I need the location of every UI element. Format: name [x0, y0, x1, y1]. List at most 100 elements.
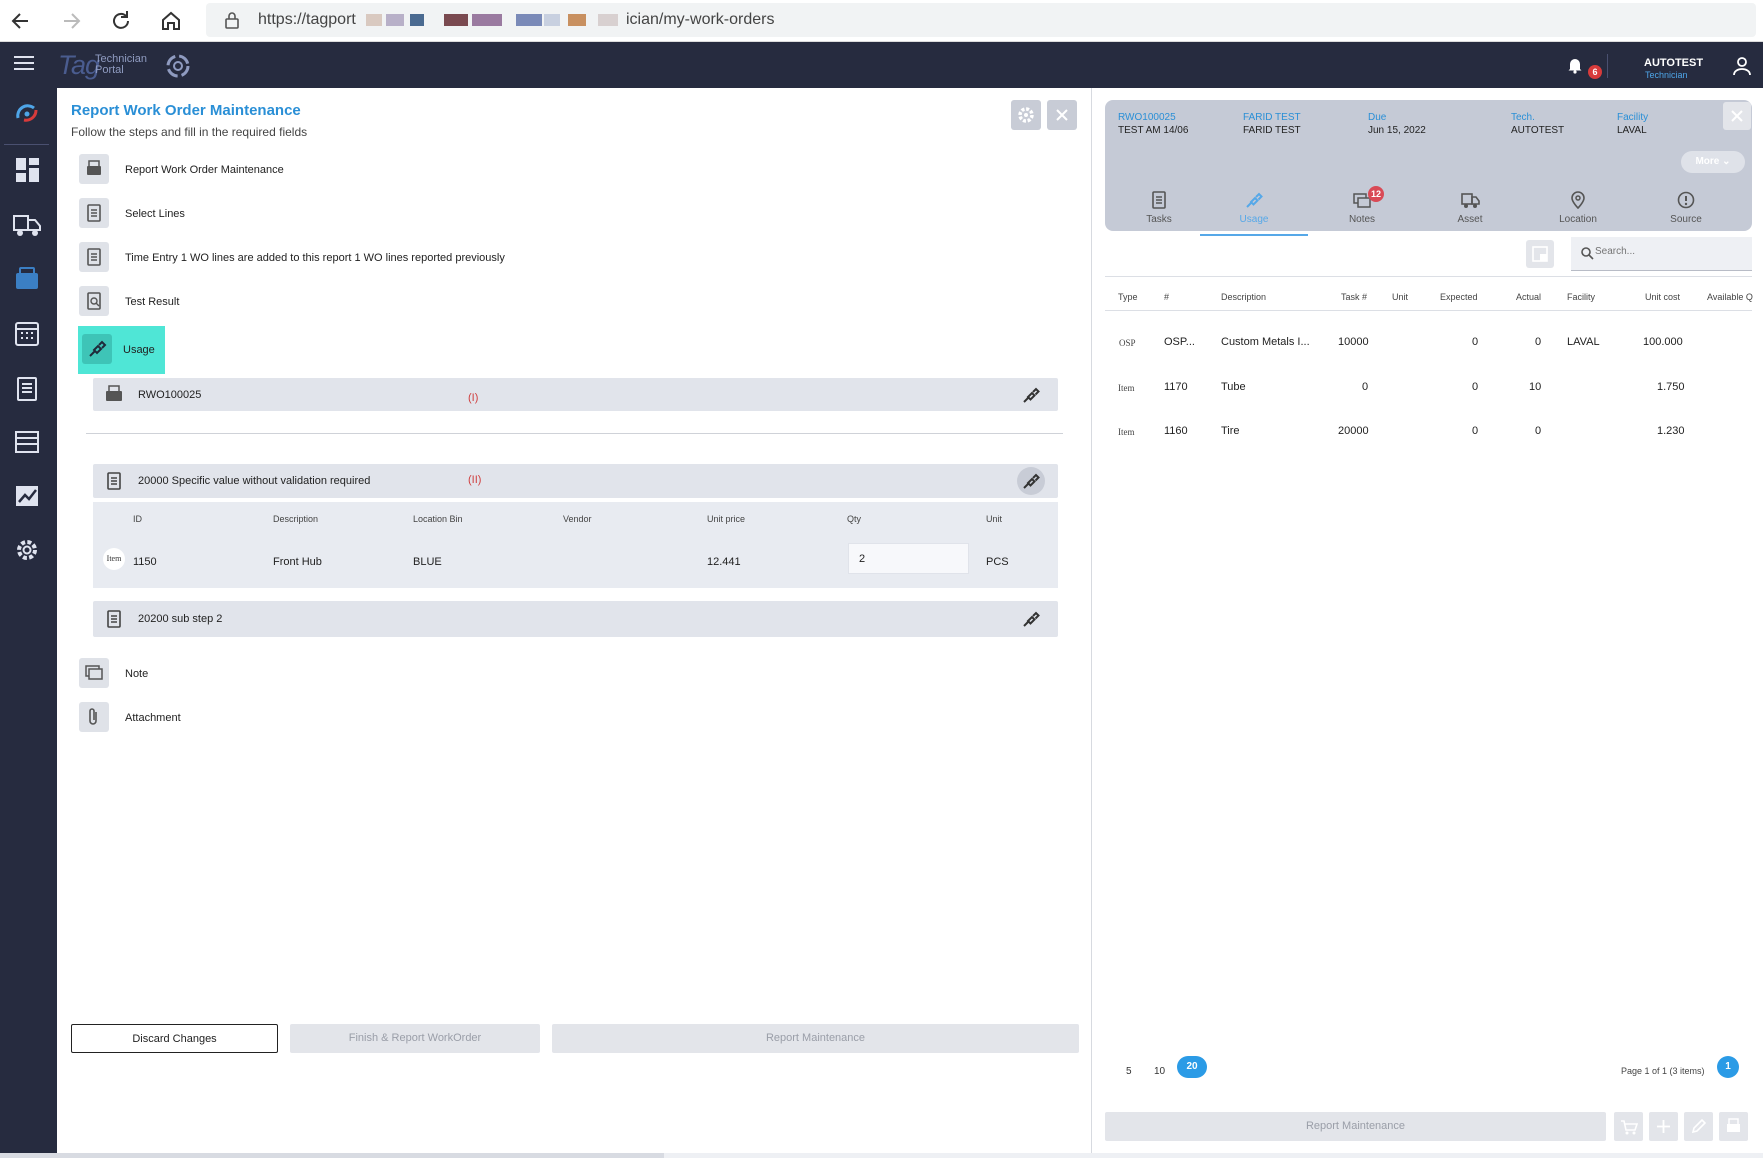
finish-report-button[interactable]: Finish & Report WorkOrder — [290, 1024, 540, 1053]
notification-badge: 6 — [1588, 65, 1602, 79]
sidebar-item-technician[interactable] — [10, 98, 44, 130]
line-unit: PCS — [986, 556, 1009, 568]
clipboard-icon — [103, 608, 125, 630]
bell-icon[interactable] — [1566, 56, 1586, 76]
wo-id: RWO100025 — [1118, 112, 1176, 123]
tab-notes[interactable]: 12 Notes — [1308, 186, 1416, 236]
print-button[interactable] — [1719, 1112, 1748, 1141]
sidebar-item-work-orders[interactable] — [10, 263, 44, 295]
step-label: Note — [125, 668, 149, 680]
sidebar-item-analytics[interactable] — [10, 480, 44, 512]
row-expected: 0 — [1472, 381, 1479, 393]
settings-button[interactable] — [1011, 100, 1041, 130]
step-label: Test Result — [125, 296, 180, 308]
user-icon[interactable] — [1732, 56, 1752, 76]
report-wizard-pane: Report Work Order Maintenance Follow the… — [57, 88, 1091, 1158]
sidebar-item-settings[interactable] — [10, 534, 44, 566]
page-size-option[interactable]: 5 — [1126, 1066, 1132, 1077]
usage-action-button[interactable] — [1017, 381, 1045, 409]
row-expected: 0 — [1472, 425, 1479, 437]
usage-row-20000[interactable]: 20000 Specific value without validation … — [93, 464, 1058, 498]
scrollbar-thumb[interactable] — [664, 1153, 1763, 1158]
redacted-block — [472, 14, 502, 26]
page-number-button[interactable]: 1 — [1717, 1056, 1739, 1078]
forward-arrow-icon[interactable] — [58, 8, 84, 34]
close-button[interactable] — [1047, 100, 1077, 130]
row-expected: 0 — [1472, 336, 1479, 348]
tab-asset[interactable]: Asset — [1416, 186, 1524, 236]
home-icon[interactable] — [158, 8, 184, 34]
step-label: Time Entry 1 WO lines are added to this … — [125, 252, 505, 264]
horizontal-scrollbar[interactable] — [0, 1153, 1763, 1158]
search-input[interactable] — [1595, 246, 1745, 257]
logo-text: Tag — [58, 50, 100, 80]
page-size-option[interactable]: 10 — [1154, 1066, 1165, 1077]
clipboard-icon — [79, 198, 109, 228]
step-usage[interactable]: Usage — [78, 326, 165, 374]
address-bar[interactable]: https://tagport ician/my-work-orders — [206, 3, 1756, 37]
redacted-block — [568, 14, 586, 26]
sidebar-item-list[interactable] — [10, 426, 44, 458]
usage-row-rwo[interactable]: RWO100025 (I) — [93, 378, 1058, 411]
divider — [1607, 54, 1608, 78]
edit-button[interactable] — [1684, 1112, 1713, 1141]
user-role: Technician — [1645, 70, 1688, 80]
due-value: Jun 15, 2022 — [1368, 125, 1426, 136]
row-task: 0 — [1362, 381, 1369, 393]
tab-label: Tasks — [1146, 214, 1172, 225]
reload-icon[interactable] — [108, 8, 134, 34]
tab-source[interactable]: Source — [1632, 186, 1740, 236]
tab-label: Source — [1670, 214, 1702, 225]
sidebar-item-reports[interactable] — [10, 372, 44, 404]
facility-label: Facility — [1617, 112, 1649, 123]
row-description: Tube — [1221, 381, 1246, 393]
usage-row-title: 20200 sub step 2 — [138, 613, 223, 625]
row-number: 1170 — [1164, 381, 1188, 393]
sidebar-item-assets[interactable] — [10, 208, 44, 240]
column-header: Available Q — [1707, 292, 1753, 302]
row-description: Custom Metals I... — [1221, 336, 1310, 348]
tab-usage[interactable]: Usage — [1200, 186, 1308, 236]
qty-input[interactable] — [848, 543, 969, 574]
page-size-option-selected[interactable]: 20 — [1177, 1056, 1207, 1078]
report-maintenance-button[interactable]: Report Maintenance — [552, 1024, 1079, 1053]
row-type: Item — [1118, 427, 1135, 437]
usage-row-20200[interactable]: 20200 sub step 2 — [93, 601, 1058, 637]
item-type-icon: Item — [103, 548, 125, 570]
usage-action-button[interactable] — [1017, 605, 1045, 633]
usage-action-button[interactable] — [1017, 467, 1045, 495]
pencil-icon — [1691, 1118, 1707, 1134]
redacted-block — [516, 14, 542, 26]
wo-description: TEST AM 14/06 — [1118, 125, 1189, 136]
tech-label: Tech. — [1511, 112, 1535, 123]
discard-changes-button[interactable]: Discard Changes — [71, 1024, 278, 1053]
redacted-block — [598, 14, 618, 26]
tab-location[interactable]: Location — [1524, 186, 1632, 236]
step-label: Select Lines — [125, 208, 185, 220]
location-pin-icon — [1568, 190, 1588, 210]
sidebar-item-dashboard[interactable] — [10, 154, 44, 186]
row-task: 10000 — [1338, 336, 1369, 348]
search-field[interactable] — [1571, 237, 1752, 271]
row-facility: LAVAL — [1567, 336, 1600, 348]
report-maintenance-button[interactable]: Report Maintenance — [1105, 1112, 1606, 1141]
line-description: Front Hub — [273, 556, 322, 568]
back-arrow-icon[interactable] — [8, 8, 34, 34]
tab-tasks[interactable]: Tasks — [1105, 186, 1213, 236]
column-chooser-button[interactable] — [1526, 240, 1554, 268]
brand-mark-icon — [164, 52, 192, 80]
more-button[interactable]: More ⌄ — [1681, 151, 1745, 173]
close-icon — [1731, 110, 1743, 122]
spark-plug-icon — [1244, 190, 1264, 210]
add-button[interactable] — [1649, 1112, 1678, 1141]
menu-icon[interactable] — [14, 56, 34, 72]
column-header: ID — [133, 514, 142, 524]
tab-label: Notes — [1348, 214, 1376, 225]
notes-count-badge: 12 — [1368, 186, 1384, 202]
close-detail-button[interactable] — [1723, 102, 1751, 130]
sidebar-item-calendar[interactable] — [10, 317, 44, 349]
column-header: Description — [1221, 292, 1267, 302]
cart-button[interactable] — [1614, 1112, 1643, 1141]
browser-toolbar: https://tagport ician/my-work-orders — [0, 0, 1763, 42]
cart-icon — [1621, 1120, 1639, 1135]
